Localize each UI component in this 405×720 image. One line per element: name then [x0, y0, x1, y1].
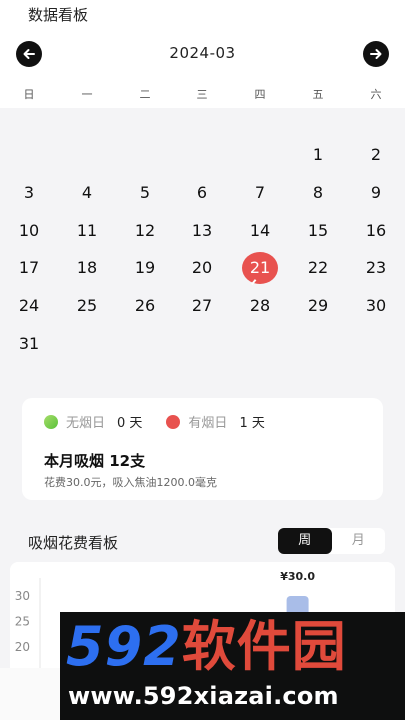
weekday-fri: 五 — [312, 88, 324, 101]
calendar-day-selected[interactable]: 21 — [242, 252, 278, 289]
calendar-day[interactable]: 14 — [240, 216, 280, 246]
y-tick-label: 20 — [15, 640, 30, 654]
weekday-sat: 六 — [370, 88, 382, 101]
calendar-day[interactable]: 5 — [125, 178, 165, 208]
cost-detail: 花费30.0元，吸入焦油1200.0毫克 — [44, 476, 217, 489]
legend-row: 无烟日 0 天 有烟日 1 天 — [44, 412, 265, 431]
calendar-day[interactable]: 28 — [240, 291, 280, 321]
weekday-tue: 二 — [139, 88, 151, 101]
calendar-day[interactable]: 31 — [9, 329, 49, 359]
weekday-wed: 三 — [196, 88, 208, 101]
calendar-day[interactable]: 2 — [356, 140, 396, 170]
selected-day-mark — [251, 279, 261, 289]
smoke-label: 有烟日 — [188, 416, 228, 431]
weekday-mon: 一 — [81, 88, 93, 101]
calendar-day[interactable]: 11 — [67, 216, 107, 246]
next-month-button[interactable] — [363, 41, 389, 67]
period-toggle: 周 月 — [278, 528, 385, 554]
bar-data-label: ¥30.0 — [280, 570, 315, 583]
calendar-day[interactable]: 12 — [125, 216, 165, 246]
watermark-banner: 592软件园 www.592xiazai.com — [60, 612, 405, 720]
calendar-day[interactable]: 29 — [298, 291, 338, 321]
month-label: 2024-03 — [169, 44, 236, 62]
calendar-day[interactable]: 1 — [298, 140, 338, 170]
calendar-day[interactable]: 23 — [356, 253, 396, 283]
calendar-day[interactable]: 4 — [67, 178, 107, 208]
watermark-logo: 592软件园 — [66, 615, 347, 678]
month-summary-card: 无烟日 0 天 有烟日 1 天 本月吸烟 12支 花费30.0元，吸入焦油120… — [22, 398, 383, 500]
calendar-day[interactable]: 17 — [9, 253, 49, 283]
calendar-day[interactable]: 6 — [182, 178, 222, 208]
green-dot-icon — [44, 414, 58, 429]
no-smoke-label: 无烟日 — [66, 416, 106, 431]
no-smoke-value: 0 天 — [117, 416, 143, 431]
y-tick-label: 25 — [15, 615, 30, 629]
weekday-row: 日 一 二 三 四 五 六 — [0, 86, 405, 102]
calendar-day[interactable]: 22 — [298, 253, 338, 283]
weekday-sun: 日 — [23, 88, 35, 101]
calendar-day[interactable]: 15 — [298, 216, 338, 246]
calendar-day[interactable]: 3 — [9, 178, 49, 208]
page-title: 数据看板 — [28, 6, 89, 24]
calendar-day[interactable]: 13 — [182, 216, 222, 246]
watermark-url: www.592xiazai.com — [68, 682, 339, 710]
calendar-day[interactable]: 25 — [67, 291, 107, 321]
calendar-day[interactable]: 30 — [356, 291, 396, 321]
calendar-day[interactable]: 18 — [67, 253, 107, 283]
weekday-thu: 四 — [254, 88, 266, 101]
calendar-grid: 1 2 3 4 5 6 7 8 9 10 11 12 13 14 15 16 17 18 19 20 21 22 23 24 2… — [0, 108, 405, 368]
calendar-day[interactable]: 20 — [182, 253, 222, 283]
red-dot-icon — [166, 414, 181, 429]
calendar-day[interactable]: 7 — [240, 178, 280, 208]
calendar-day[interactable]: 9 — [356, 178, 396, 208]
calendar-day[interactable]: 27 — [182, 291, 222, 321]
smoke-value: 1 天 — [239, 416, 265, 431]
bottom-left-area — [0, 668, 60, 720]
y-tick-label: 30 — [15, 589, 30, 603]
calendar-day[interactable]: 8 — [298, 178, 338, 208]
calendar-day[interactable]: 24 — [9, 291, 49, 321]
arrow-right-icon — [370, 49, 382, 59]
tab-week[interactable]: 周 — [278, 528, 332, 554]
calendar-day[interactable]: 16 — [356, 216, 396, 246]
calendar-header: 数据看板 2024-03 日 一 二 三 四 五 六 — [0, 0, 405, 108]
calendar-day[interactable]: 19 — [125, 253, 165, 283]
calendar-day[interactable]: 10 — [9, 216, 49, 246]
calendar-day[interactable]: 26 — [125, 291, 165, 321]
monthly-smoke-total: 本月吸烟 12支 — [44, 452, 146, 470]
board-title: 吸烟花费看板 — [28, 534, 119, 552]
tab-month[interactable]: 月 — [332, 528, 386, 554]
